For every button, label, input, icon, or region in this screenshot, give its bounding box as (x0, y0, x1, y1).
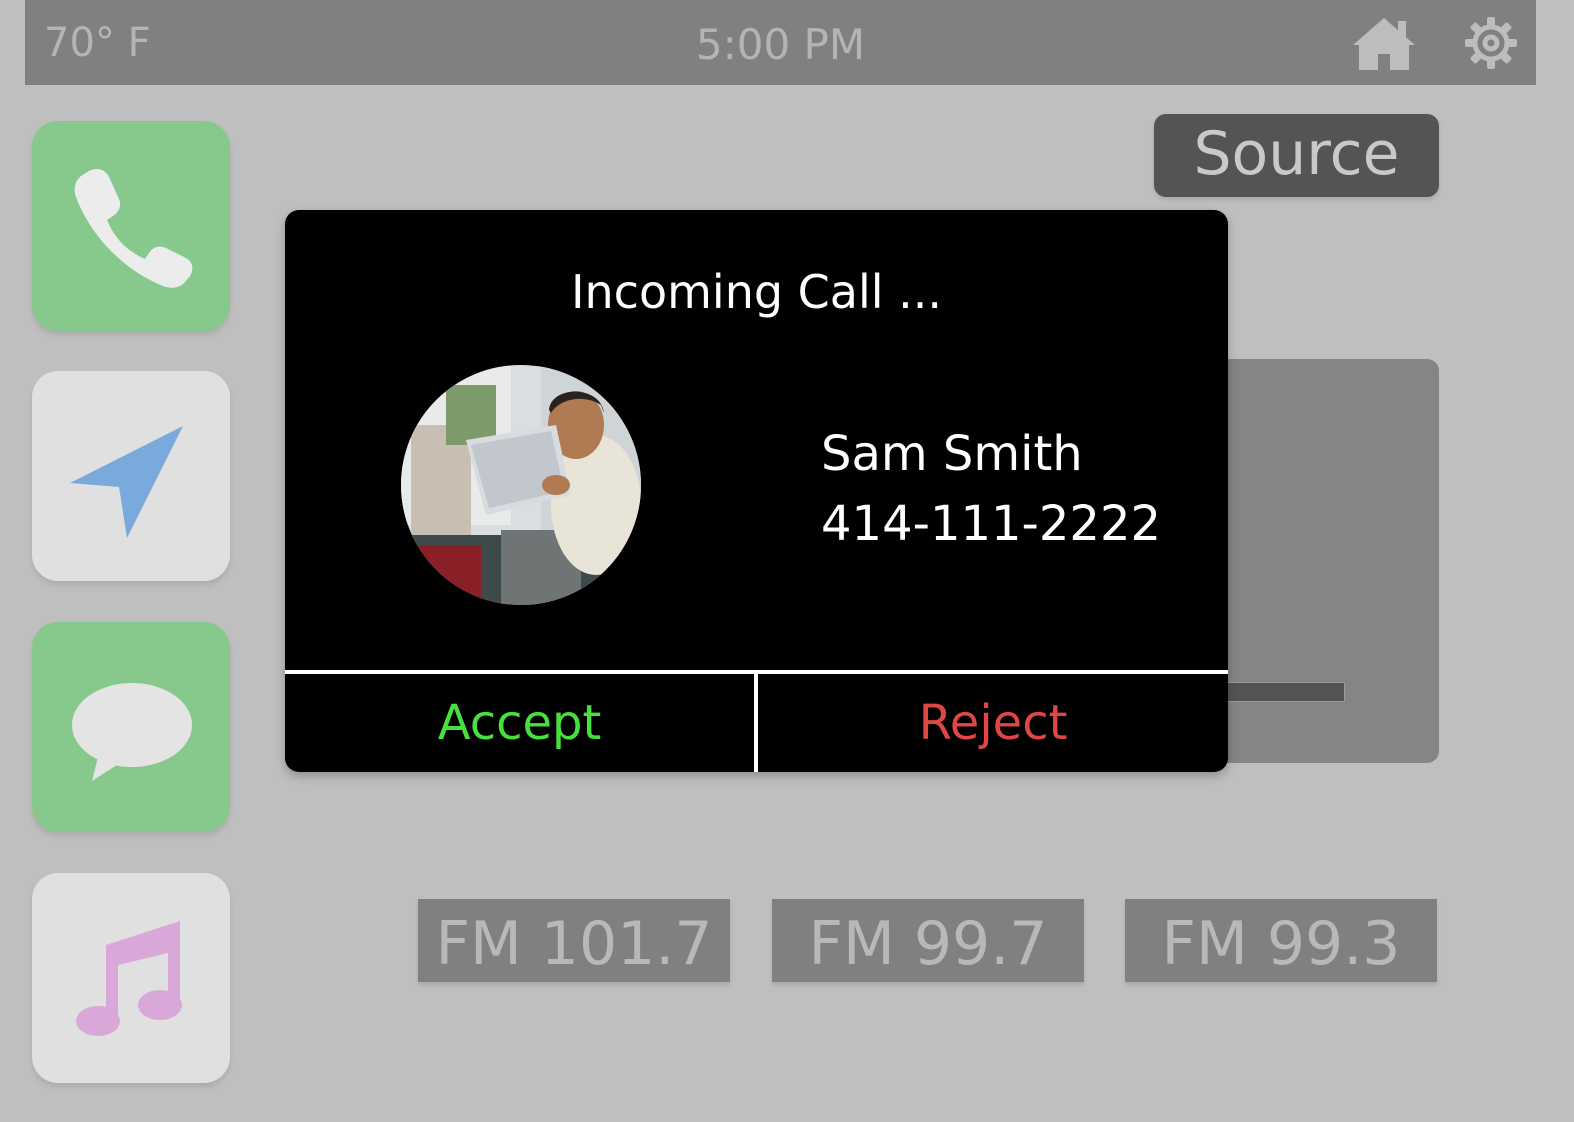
reject-button[interactable]: Reject (758, 674, 1228, 772)
caller-number: 414-111-2222 (821, 496, 1162, 552)
incoming-call-dialog: Incoming Call ... Sam Smith 414-111-2222… (285, 210, 1228, 772)
chat-bubble-icon (72, 683, 192, 781)
clock: 5:00 PM (695, 20, 866, 69)
caller-avatar (401, 365, 641, 605)
status-bar: 70° F 5:00 PM (25, 0, 1536, 85)
accept-button[interactable]: Accept (285, 674, 754, 772)
gear-icon[interactable] (1462, 14, 1520, 72)
phone-icon (74, 169, 193, 288)
music-note-icon (76, 921, 182, 1036)
station-preset-2[interactable]: FM 99.7 (772, 899, 1084, 982)
navigation-arrow-icon (70, 426, 183, 538)
station-preset-3[interactable]: FM 99.3 (1125, 899, 1437, 982)
dock-messages-button[interactable] (32, 622, 230, 832)
dock-phone-button[interactable] (32, 121, 230, 331)
source-button[interactable]: Source (1154, 114, 1439, 197)
dock-navigation-button[interactable] (32, 371, 230, 581)
home-icon[interactable] (1350, 15, 1418, 73)
dialog-title: Incoming Call ... (570, 265, 943, 319)
caller-name: Sam Smith (821, 426, 1083, 482)
station-preset-1[interactable]: FM 101.7 (418, 899, 730, 982)
dock-music-button[interactable] (32, 873, 230, 1083)
